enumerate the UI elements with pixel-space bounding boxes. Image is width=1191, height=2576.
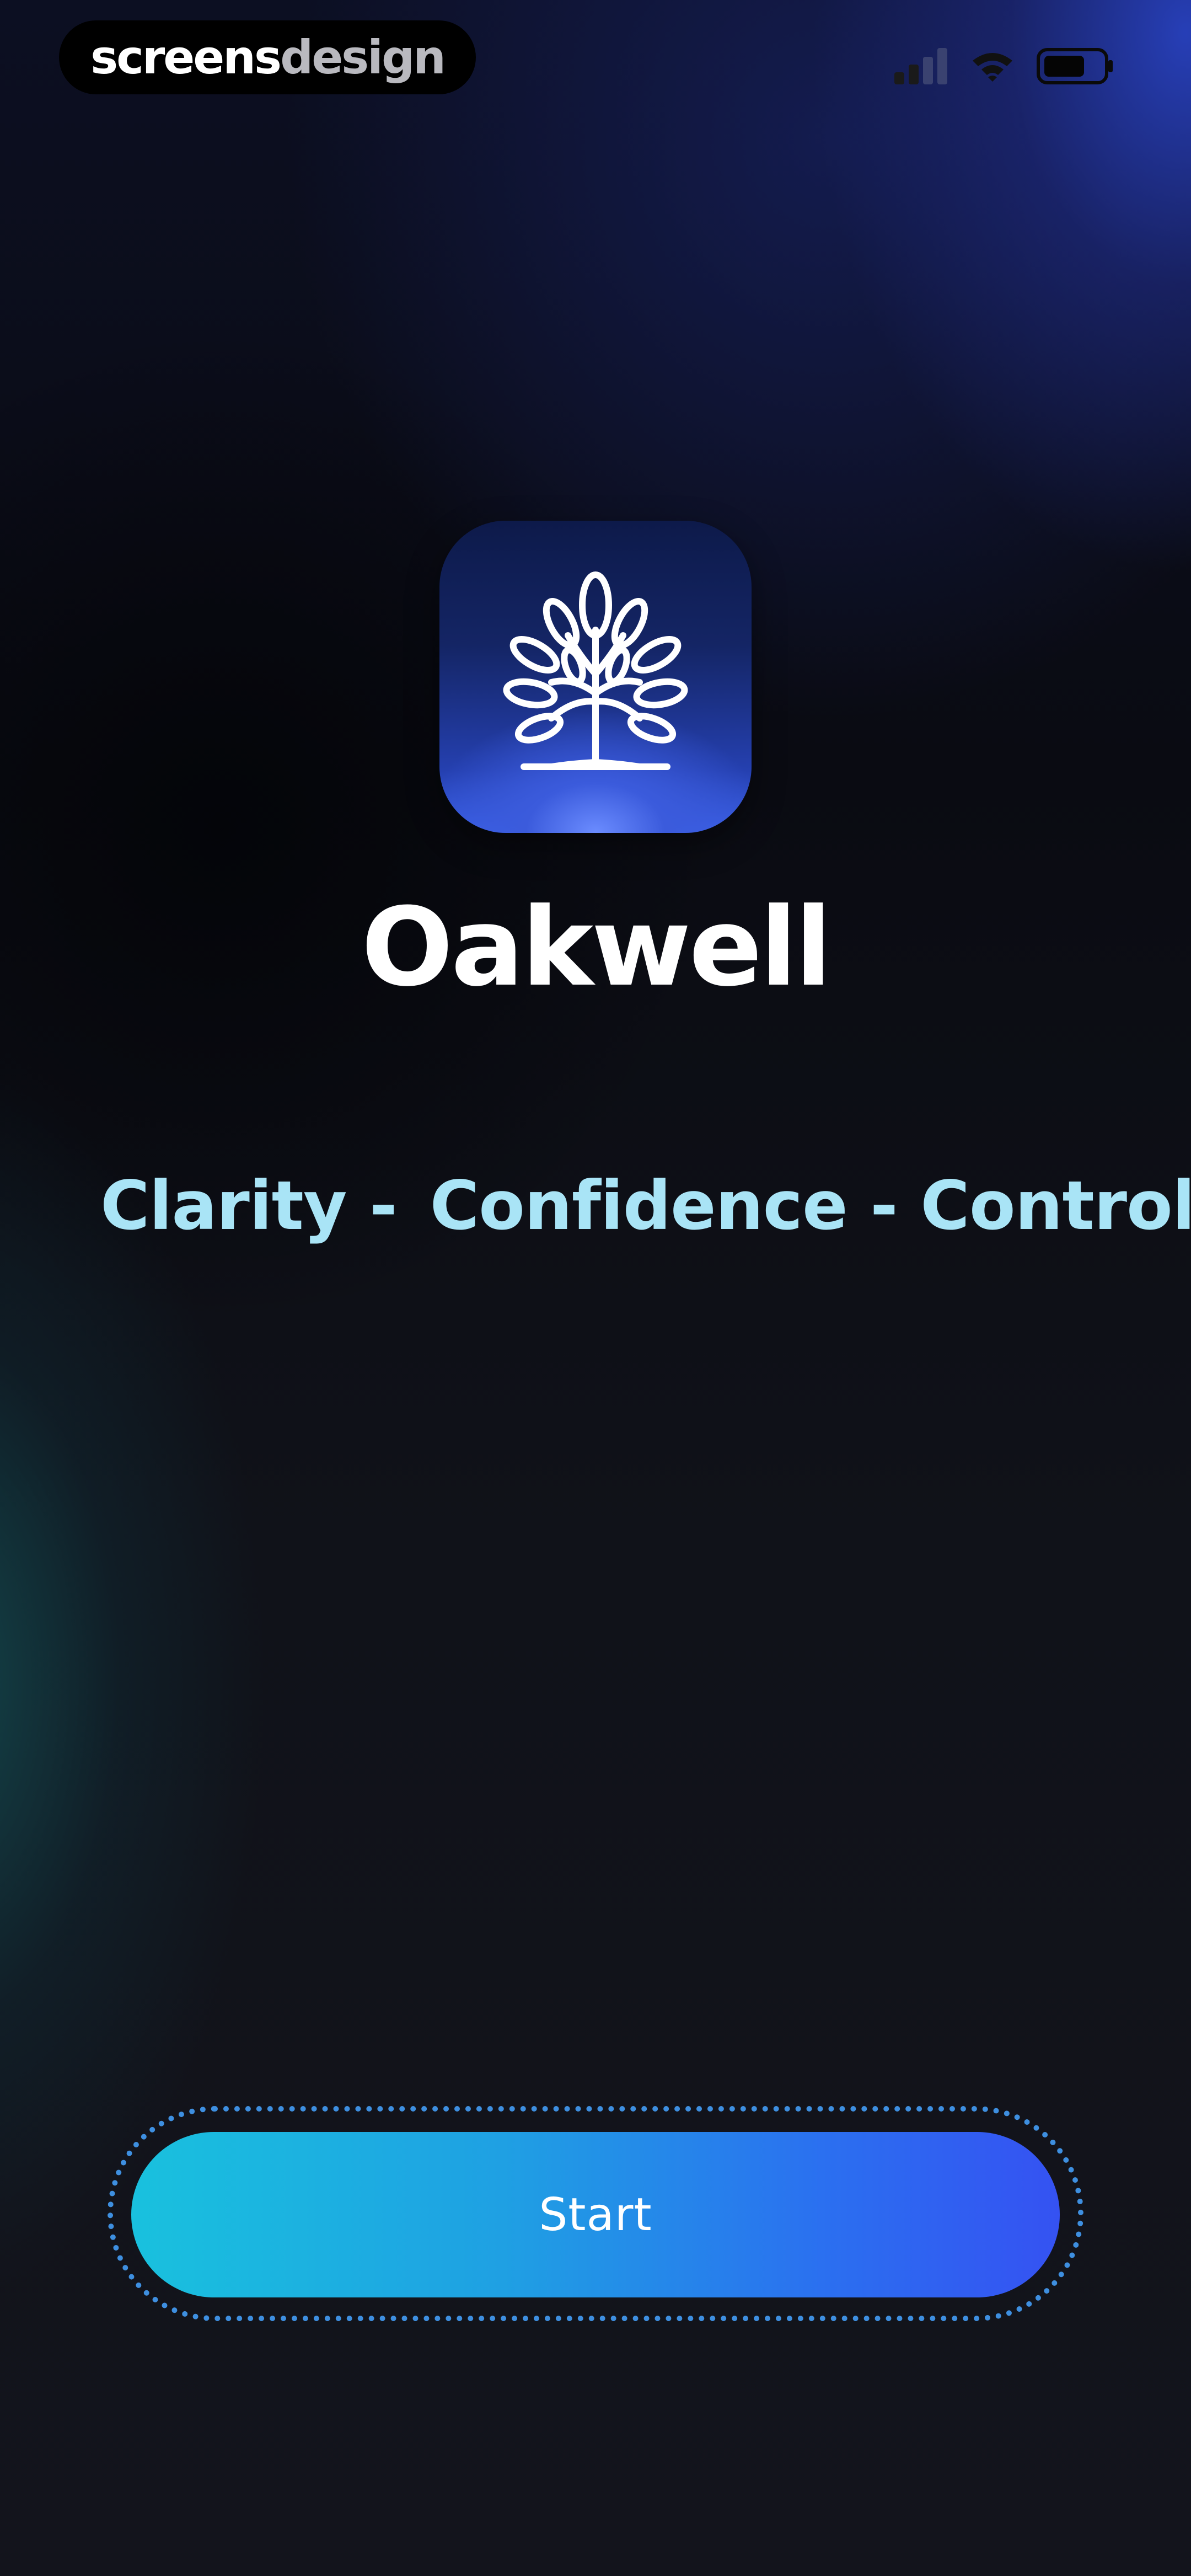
tagline-part-1: Clarity - — [100, 1167, 398, 1245]
app-title: Oakwell — [361, 885, 832, 1011]
cellular-signal-icon — [894, 48, 947, 84]
oak-tree-icon — [503, 571, 688, 770]
tagline: Clarity - Confidence - Control — [100, 1167, 1191, 1245]
wifi-icon — [973, 53, 1012, 82]
tagline-part-2: Confidence - Control — [430, 1167, 1191, 1245]
start-button-label: Start — [539, 2188, 652, 2241]
app-icon — [439, 521, 752, 833]
brand-text-secondary: design — [280, 30, 446, 84]
brand-watermark: screensdesign — [59, 20, 476, 94]
start-button[interactable]: Start — [131, 2132, 1060, 2297]
status-icons — [893, 47, 1114, 85]
brand-text-primary: screens — [90, 30, 282, 84]
battery-icon — [1037, 48, 1113, 84]
